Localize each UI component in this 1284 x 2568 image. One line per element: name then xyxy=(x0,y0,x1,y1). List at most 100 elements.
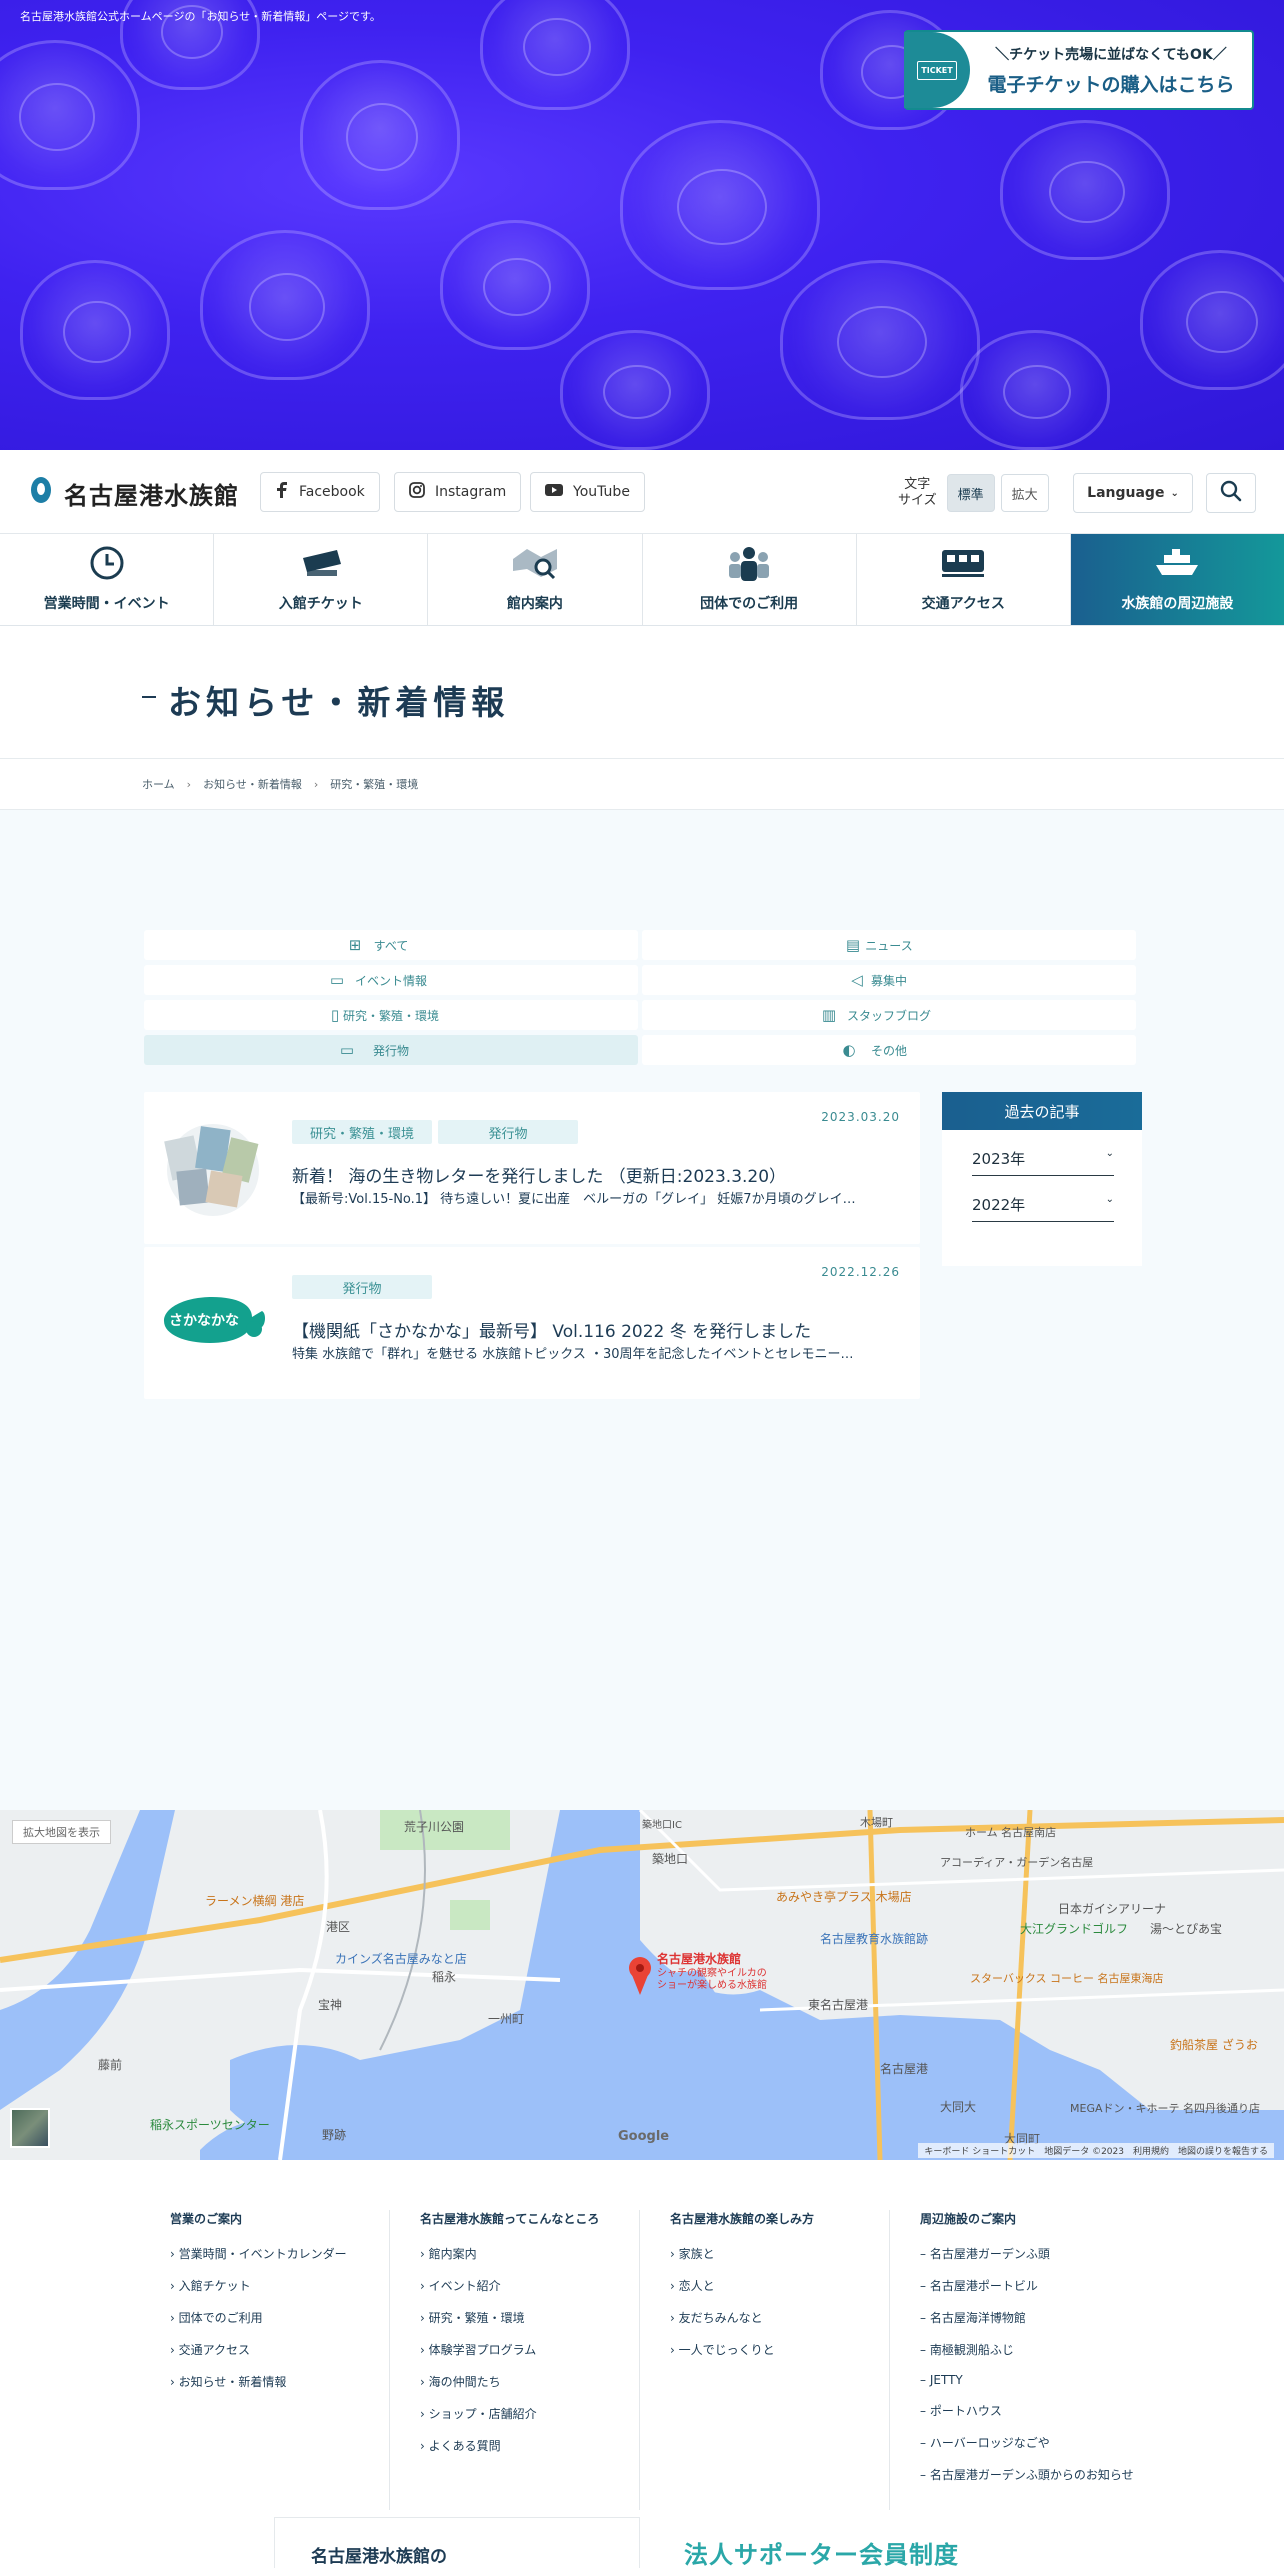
footer-col-about: 名古屋港水族館ってこんなところ › 館内案内 › イベント紹介 › 研究・繁殖・… xyxy=(420,2210,640,2510)
nav-hours-events[interactable]: 営業時間・イベント xyxy=(0,534,215,625)
train-icon xyxy=(940,543,986,583)
filter-all[interactable]: ⊞ すべて xyxy=(144,930,638,960)
satellite-toggle[interactable] xyxy=(10,2108,50,2148)
font-size-large-button[interactable]: 拡大 xyxy=(1000,474,1049,512)
article-excerpt: 【最新号:Vol.15-No.1】 待ち遠しい！夏に出産 ベルーガの「グレイ」 … xyxy=(292,1192,856,1207)
facebook-link[interactable]: Facebook xyxy=(260,472,380,512)
search-button[interactable] xyxy=(1206,473,1256,513)
page-title: お知らせ・新着情報 xyxy=(142,676,509,724)
archive-sidebar: 過去の記事 2023年 ⌄ 2022年 ⌄ xyxy=(942,1092,1142,1266)
footer-link[interactable]: › 団体でのご利用 xyxy=(170,2309,389,2326)
font-size-normal-button[interactable]: 標準 xyxy=(946,474,995,512)
nav-nearby-facilities[interactable]: 水族館の周辺施設 xyxy=(1070,534,1284,625)
nav-floor-guide[interactable]: 館内案内 xyxy=(428,534,643,625)
map-pin-desc: ショーが楽しめる水族館 xyxy=(657,1980,767,1991)
breadcrumb-home[interactable]: ホーム xyxy=(142,776,175,792)
hero-banner: 名古屋港水族館公式ホームページの「お知らせ・新着情報」ページです。 TICKET… xyxy=(0,0,1284,450)
footer-link[interactable]: › 館内案内 xyxy=(420,2245,639,2262)
map-label: MEGAドン・キホーテ 名四丹後通り店 xyxy=(1070,2102,1260,2115)
footer-link[interactable]: › 恋人と xyxy=(670,2277,889,2294)
map-label: 一州町 xyxy=(488,2012,525,2026)
article-list: 研究・繁殖・環境 発行物 2023.03.20 新着！ 海の生き物レターを発行し… xyxy=(144,1092,920,1402)
year-select-2022[interactable]: 2022年 ⌄ xyxy=(972,1194,1114,1222)
nav-tickets[interactable]: 入館チケット xyxy=(214,534,429,625)
filter-publications[interactable]: ▭ 発行物 xyxy=(144,1035,638,1065)
footer-link[interactable]: › よくある質問 xyxy=(420,2437,639,2454)
instagram-icon xyxy=(409,482,425,502)
youtube-icon xyxy=(545,483,563,501)
site-footer: 営業のご案内 › 営業時間・イベントカレンダー › 入館チケット › 団体でのご… xyxy=(0,2160,1284,2568)
notebook-icon: ▥ xyxy=(821,1006,837,1024)
footer-link[interactable]: › 営業時間・イベントカレンダー xyxy=(170,2245,389,2262)
expand-map-button[interactable]: 拡大地図を表示 xyxy=(12,1820,111,1844)
filter-recruiting[interactable]: ◁ 募集中 xyxy=(642,965,1136,995)
ticket-badge: TICKET xyxy=(904,32,970,108)
filter-others[interactable]: ◐ その他 xyxy=(642,1035,1136,1065)
ship-icon xyxy=(1154,543,1200,583)
filter-events[interactable]: ▭ イベント情報 xyxy=(144,965,638,995)
breadcrumb: ホーム › お知らせ・新着情報 › 研究・繁殖・環境 xyxy=(0,758,1284,810)
article-title: 【機関紙「さかなかな」最新号】 Vol.116 2022 冬 を発行しました xyxy=(292,1322,812,1342)
footer-link[interactable]: – JETTY xyxy=(920,2373,1160,2387)
document-icon: ▤ xyxy=(845,936,861,954)
footer-link[interactable]: – ポートハウス xyxy=(920,2402,1160,2419)
footer-link[interactable]: – 名古屋港ポートビル xyxy=(920,2277,1160,2294)
svg-text:さかなかな: さかなかな xyxy=(169,1313,239,1329)
nav-access[interactable]: 交通アクセス xyxy=(857,534,1071,625)
footer-col-title: 周辺施設のご案内 xyxy=(920,2212,1017,2226)
breadcrumb-news[interactable]: お知らせ・新着情報 xyxy=(203,776,302,792)
search-icon xyxy=(1220,480,1242,506)
map-label: 釣船茶屋 ざうお xyxy=(1170,2038,1258,2052)
footer-link[interactable]: – ハーバーロッジなごや xyxy=(920,2434,1160,2451)
map-label: 築地口IC xyxy=(642,1820,682,1831)
map-label: 名古屋港 xyxy=(880,2062,929,2076)
chevron-down-icon: ⌄ xyxy=(1170,487,1179,499)
google-map[interactable]: 名古屋港水族館 シャチの観察やイルカの ショーが楽しめる水族館 荒子川公園 港区… xyxy=(0,1810,1284,2160)
article-item[interactable]: さかなかな 発行物 2022.12.26 【機関紙「さかなかな」最新号】 Vol… xyxy=(144,1247,920,1399)
map-label: 名古屋教育水族館跡 xyxy=(820,1932,929,1946)
calendar-icon: ▭ xyxy=(329,971,345,989)
site-logo[interactable]: 名古屋港水族館 xyxy=(28,476,239,511)
filter-research[interactable]: ▯ 研究・繁殖・環境 xyxy=(144,1000,638,1030)
footer-link[interactable]: › イベント紹介 xyxy=(420,2277,639,2294)
corporate-supporter-banner[interactable]: 法人サポーター会員制度 xyxy=(684,2535,959,2568)
filter-staff-blog[interactable]: ▥ スタッフブログ xyxy=(642,1000,1136,1030)
youtube-link[interactable]: YouTube xyxy=(530,472,645,512)
article-tag: 発行物 xyxy=(438,1120,578,1144)
year-select-2023[interactable]: 2023年 ⌄ xyxy=(972,1148,1114,1176)
footer-link[interactable]: – 南極観測船ふじ xyxy=(920,2341,1160,2358)
footer-link[interactable]: › 入館チケット xyxy=(170,2277,389,2294)
promo-banner-left[interactable]: 名古屋港水族館の xyxy=(274,2517,640,2568)
e-ticket-banner[interactable]: TICKET ＼チケット売場に並ばなくてもOK／ 電子チケットの購入はこちら xyxy=(904,30,1254,110)
instagram-link[interactable]: Instagram xyxy=(394,472,522,512)
logo-icon xyxy=(28,476,54,511)
footer-link[interactable]: › 交通アクセス xyxy=(170,2341,389,2358)
footer-link[interactable]: › 海の仲間たち xyxy=(420,2373,639,2390)
article-title: 新着！ 海の生き物レターを発行しました （更新日:2023.3.20） xyxy=(292,1167,787,1187)
article-thumbnail xyxy=(158,1118,268,1218)
ticket-icon xyxy=(299,543,343,583)
footer-link[interactable]: – 名古屋港ガーデンふ頭 xyxy=(920,2245,1160,2262)
article-item[interactable]: 研究・繁殖・環境 発行物 2023.03.20 新着！ 海の生き物レターを発行し… xyxy=(144,1092,920,1244)
map-label: 宝神 xyxy=(318,1998,343,2012)
google-logo: Google xyxy=(618,2129,670,2144)
language-select[interactable]: Language ⌄ xyxy=(1073,473,1193,513)
map-label: 稲永 xyxy=(432,1970,457,1984)
footer-link[interactable]: › 一人でじっくりと xyxy=(670,2341,889,2358)
footer-col-title: 名古屋港水族館ってこんなところ xyxy=(420,2212,600,2226)
footer-link[interactable]: › お知らせ・新着情報 xyxy=(170,2373,389,2390)
nav-groups[interactable]: 団体でのご利用 xyxy=(643,534,857,625)
map-footer[interactable]: キーボード ショートカット 地図データ ©2023 利用規約 地図の誤りを報告す… xyxy=(918,2143,1274,2158)
font-size-switcher: 文字 サイズ 標準 拡大 xyxy=(898,474,1055,512)
map-label: 荒子川公園 xyxy=(404,1820,465,1834)
footer-link[interactable]: › 家族と xyxy=(670,2245,889,2262)
footer-link[interactable]: › 体験学習プログラム xyxy=(420,2341,639,2358)
map-label: ホーム 名古屋南店 xyxy=(965,1826,1057,1839)
footer-link[interactable]: – 名古屋港ガーデンふ頭からのお知らせ xyxy=(920,2466,1160,2483)
footer-link[interactable]: › 研究・繁殖・環境 xyxy=(420,2309,639,2326)
footer-link[interactable]: › 友だちみんなと xyxy=(670,2309,889,2326)
footer-link[interactable]: › ショップ・店舗紹介 xyxy=(420,2405,639,2422)
map-label: 大江グランドゴルフ xyxy=(1020,1922,1129,1936)
filter-news[interactable]: ▤ ニュース xyxy=(642,930,1136,960)
footer-link[interactable]: – 名古屋海洋博物館 xyxy=(920,2309,1160,2326)
